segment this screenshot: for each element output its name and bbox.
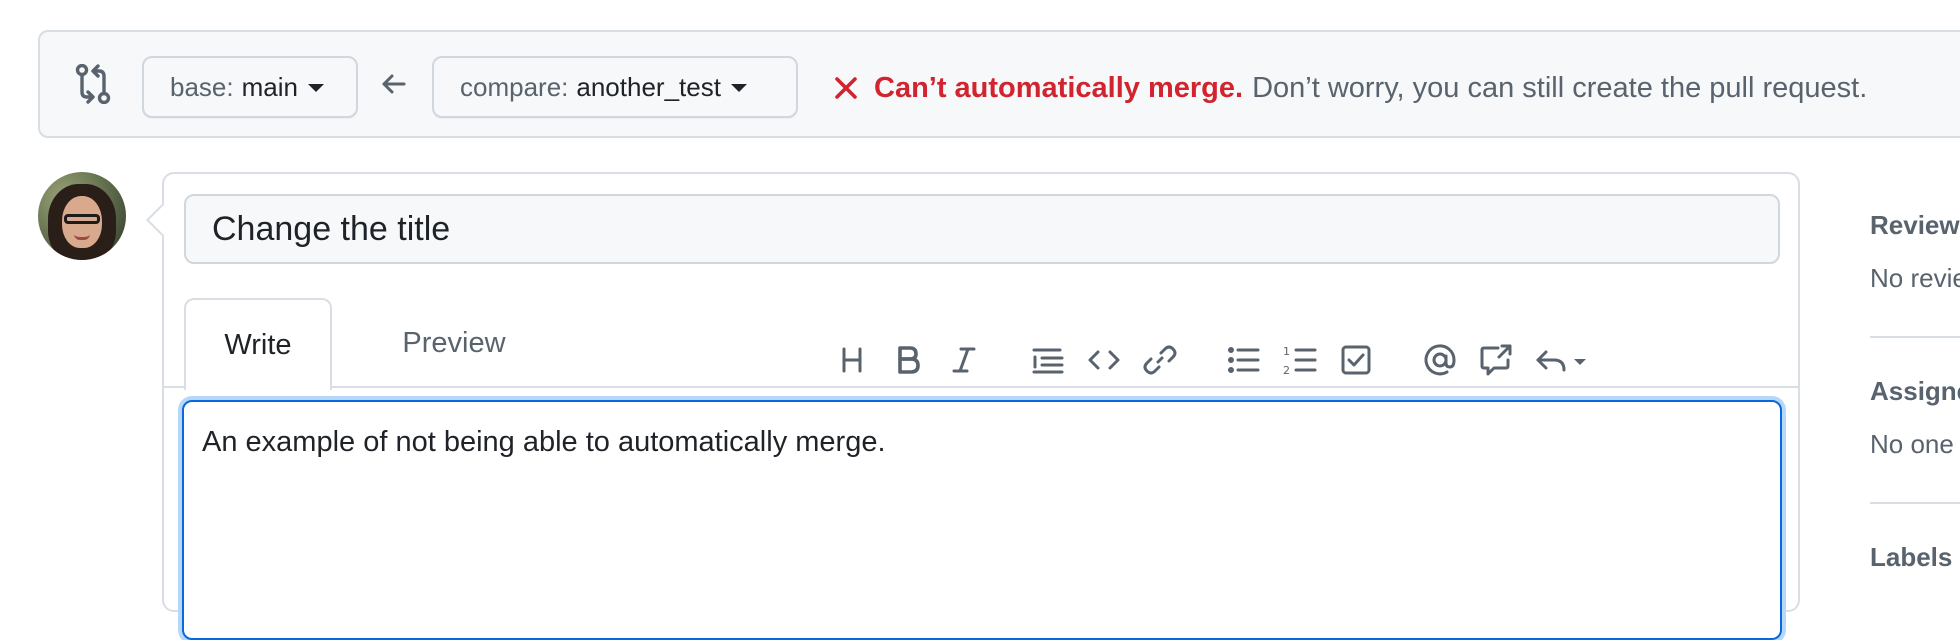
sidebar: Reviewers No reviews Assignees No one La… (1870, 172, 1960, 590)
editor-tabs: Write Preview 12 (164, 298, 1798, 390)
caret-down-icon (730, 84, 747, 92)
heading-icon[interactable] (832, 340, 872, 380)
tab-write[interactable]: Write (184, 298, 332, 390)
quote-icon[interactable] (1028, 340, 1068, 380)
avatar[interactable] (38, 172, 126, 260)
assignees-title[interactable]: Assignees (1870, 376, 1960, 407)
unordered-list-icon[interactable] (1224, 340, 1264, 380)
sidebar-divider (1870, 502, 1960, 504)
bold-icon[interactable] (888, 340, 928, 380)
reviewers-section[interactable]: Reviewers No reviews (1870, 210, 1960, 294)
compare-branch-select[interactable]: compare: another_test (432, 56, 798, 118)
assignees-value: No one (1870, 429, 1954, 459)
cross-reference-icon[interactable] (1476, 340, 1516, 380)
saved-reply-icon[interactable] (1532, 340, 1596, 380)
code-icon[interactable] (1084, 340, 1124, 380)
tab-preview[interactable]: Preview (354, 298, 554, 388)
reviewers-value: No reviews (1870, 263, 1960, 293)
compare-branch-name: another_test (576, 71, 721, 102)
title-input[interactable] (184, 194, 1780, 264)
svg-text:2: 2 (1283, 364, 1290, 377)
ordered-list-icon[interactable]: 12 (1280, 340, 1320, 380)
reviewers-title[interactable]: Reviewers (1870, 210, 1960, 241)
compare-branch-prefix: compare: (460, 71, 569, 102)
italic-icon[interactable] (944, 340, 984, 380)
body-textarea[interactable]: An example of not being able to automati… (182, 400, 1782, 640)
arrow-left-icon (378, 68, 410, 100)
merge-error-text: Can’t automatically merge. (874, 71, 1244, 104)
merge-info-text: Don’t worry, you can still create the pu… (1252, 71, 1868, 104)
task-list-icon[interactable] (1336, 340, 1376, 380)
body-text: An example of not being able to automati… (202, 426, 886, 458)
mention-icon[interactable] (1420, 340, 1460, 380)
assignees-section[interactable]: Assignees No one (1870, 376, 1960, 460)
sidebar-divider (1870, 336, 1960, 338)
pull-request-form: Write Preview 12 (162, 172, 1800, 640)
base-branch-select[interactable]: base: main (142, 56, 358, 118)
merge-status: Can’t automatically merge. Don’t worry, … (832, 68, 1867, 108)
base-branch-name: main (241, 71, 298, 102)
labels-section[interactable]: Labels (1870, 542, 1960, 573)
caret-down-icon (307, 84, 324, 92)
base-branch-prefix: base: (170, 71, 234, 102)
link-icon[interactable] (1140, 340, 1180, 380)
svg-text:1: 1 (1283, 345, 1290, 358)
labels-title[interactable]: Labels (1870, 542, 1960, 573)
compare-bar: base: main compare: another_test Can’t a… (38, 30, 1960, 138)
git-compare-icon (74, 63, 112, 105)
x-icon (832, 74, 860, 102)
